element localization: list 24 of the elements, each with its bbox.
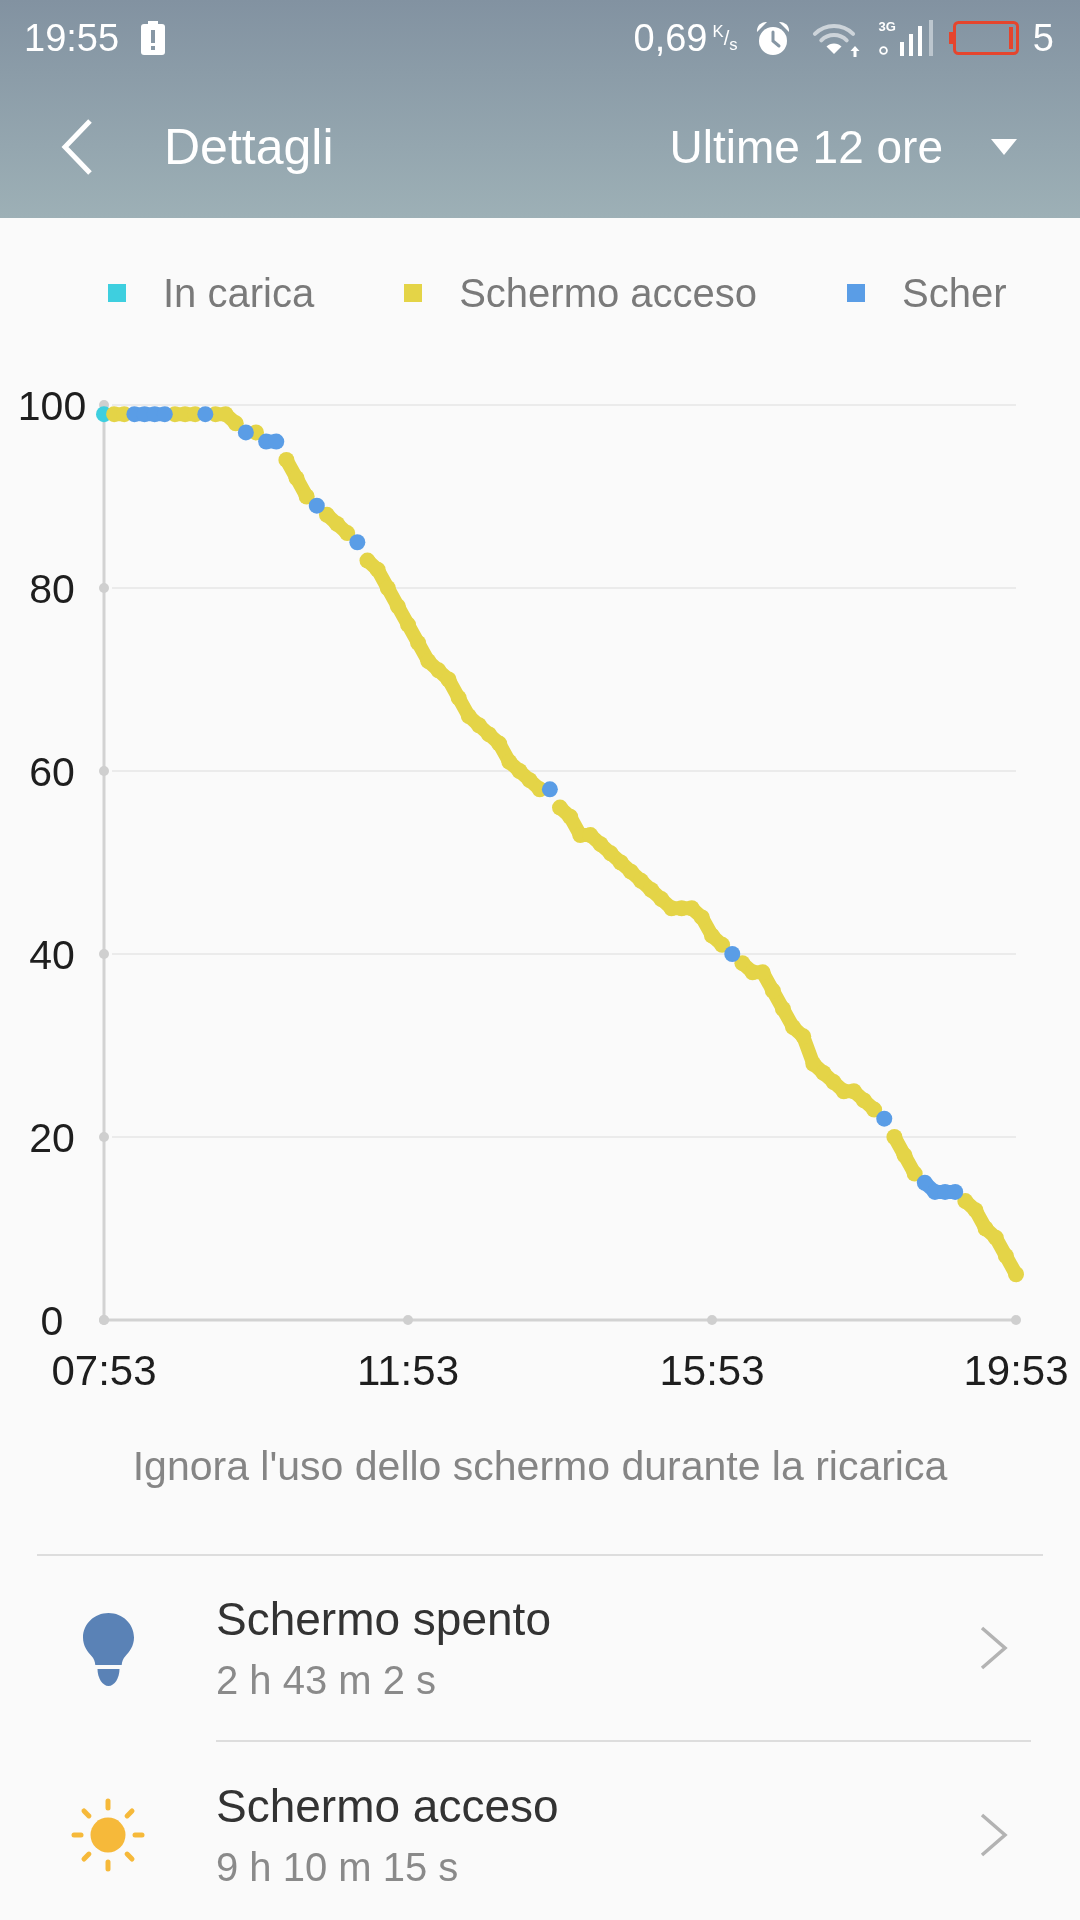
legend-label: Schermo acceso <box>459 270 758 317</box>
legend-label: In carica <box>163 270 315 317</box>
y-tick-label: 0 <box>40 1298 64 1344</box>
usage-duration: 2 h 43 m 2 s <box>216 1657 438 1704</box>
y-tick-label: 100 <box>17 383 87 429</box>
usage-title: Schermo spento <box>216 1592 552 1647</box>
x-tick-label: 07:53 <box>51 1347 157 1394</box>
usage-title: Schermo acceso <box>216 1779 560 1834</box>
x-tick-label: 11:53 <box>357 1347 459 1394</box>
legend-label: Scher <box>902 270 1007 317</box>
y-tick-label: 20 <box>29 1115 75 1161</box>
network-type: 3G <box>878 20 896 33</box>
usage-duration: 9 h 10 m 15 s <box>216 1844 460 1891</box>
status-time: 19:55 <box>24 16 120 60</box>
battery-percent: 5 <box>1032 16 1054 60</box>
x-tick-label: 15:53 <box>659 1347 765 1394</box>
y-tick-label: 80 <box>29 566 75 612</box>
y-tick-label: 40 <box>29 932 75 978</box>
x-tick-label: 19:53 <box>963 1347 1069 1394</box>
y-tick-label: 60 <box>29 749 75 795</box>
screen-title: Dettagli <box>164 118 334 177</box>
note-text: Ignora l'uso dello schermo durante la ricarica <box>131 1442 949 1491</box>
network-speed: 0,69 <box>633 16 708 60</box>
speed-unit: $^{K}$/$_{s}$ <box>712 20 738 56</box>
